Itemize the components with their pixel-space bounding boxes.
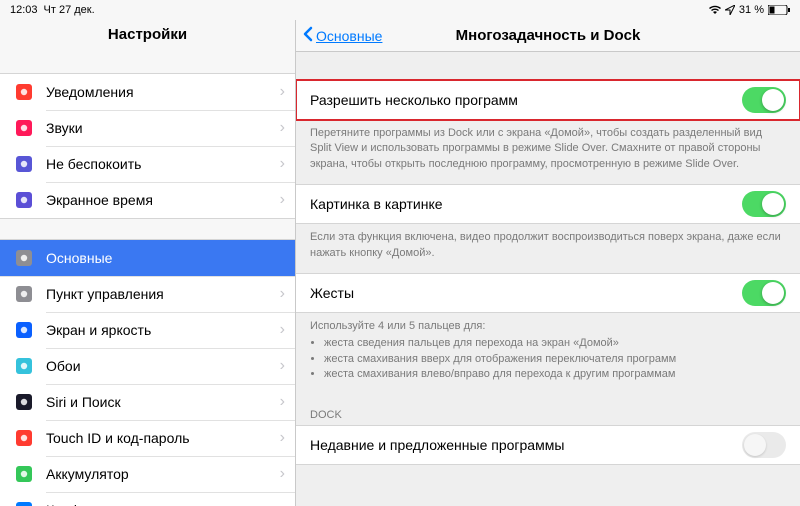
sidebar-item-label: Обои [46, 358, 280, 374]
sidebar-title: Настройки [0, 20, 295, 53]
app-icon [12, 116, 36, 140]
sidebar-item[interactable]: Touch ID и код-пароль› [0, 420, 295, 456]
sidebar-item[interactable]: Аккумулятор› [0, 456, 295, 492]
sidebar-item[interactable]: Экранное время› [0, 182, 295, 218]
sidebar-item-label: Аккумулятор [46, 466, 280, 482]
desc-gestures: Используйте 4 или 5 пальцев для: жеста с… [296, 313, 800, 395]
toggle-picture-in-picture[interactable] [742, 191, 786, 217]
section-header-dock: DOCK [296, 395, 800, 425]
detail-pane: Основные Многозадачность и Dock Разрешит… [296, 20, 800, 506]
chevron-right-icon: › [280, 156, 285, 172]
sidebar-item-label: Touch ID и код-пароль [46, 430, 280, 446]
chevron-right-icon: › [280, 394, 285, 410]
row-recent-apps: Недавние и предложенные программы [296, 426, 800, 464]
app-icon [12, 426, 36, 450]
app-icon [12, 498, 36, 506]
app-icon [12, 80, 36, 104]
toggle-recent-apps[interactable] [742, 432, 786, 458]
sidebar-item[interactable]: Экран и яркость› [0, 312, 295, 348]
chevron-left-icon [302, 26, 314, 45]
sidebar-item[interactable]: Основные [0, 240, 295, 276]
row-gestures: Жесты [296, 274, 800, 312]
chevron-right-icon: › [280, 192, 285, 208]
sidebar-item-label: Уведомления [46, 84, 280, 100]
sidebar-item[interactable]: Пункт управления› [0, 276, 295, 312]
back-label: Основные [316, 28, 382, 44]
sidebar-item-label: Экранное время [46, 192, 280, 208]
sidebar-item-label: Пункт управления [46, 286, 280, 302]
app-icon [12, 318, 36, 342]
chevron-right-icon: › [280, 466, 285, 482]
app-icon [12, 188, 36, 212]
chevron-right-icon: › [280, 84, 285, 100]
battery-percent: 31 % [739, 4, 764, 16]
chevron-right-icon: › [280, 358, 285, 374]
desc-allow-multiple-apps: Перетяните программы из Dock или с экран… [296, 120, 800, 184]
row-allow-multiple-apps: Разрешить несколько программ [296, 81, 800, 119]
settings-sidebar: Настройки Уведомления›Звуки›Не беспокоит… [0, 20, 296, 506]
sidebar-item[interactable]: Не беспокоить› [0, 146, 295, 182]
sidebar-item[interactable]: Обои› [0, 348, 295, 384]
sidebar-item[interactable]: Siri и Поиск› [0, 384, 295, 420]
app-icon [12, 152, 36, 176]
gesture-desc-item: жеста смахивания вверх для отображения п… [324, 352, 786, 367]
chevron-right-icon: › [280, 120, 285, 136]
sidebar-item-label: Звуки [46, 120, 280, 136]
battery-icon [768, 5, 790, 15]
status-date: Чт 27 дек. [44, 4, 95, 16]
app-icon [12, 462, 36, 486]
sidebar-item-label: Siri и Поиск [46, 394, 280, 410]
sidebar-item[interactable]: Звуки› [0, 110, 295, 146]
chevron-right-icon: › [280, 502, 285, 506]
app-icon [12, 390, 36, 414]
sidebar-item[interactable]: Уведомления› [0, 74, 295, 110]
sidebar-item-label: Основные [46, 250, 285, 266]
sidebar-item[interactable]: Конфиденциальность› [0, 492, 295, 506]
wifi-icon [709, 5, 721, 15]
chevron-right-icon: › [280, 286, 285, 302]
desc-picture-in-picture: Если эта функция включена, видео продолж… [296, 224, 800, 273]
gesture-desc-item: жеста сведения пальцев для перехода на э… [324, 336, 786, 351]
back-button[interactable]: Основные [296, 26, 382, 45]
gesture-desc-item: жеста смахивания влево/вправо для перехо… [324, 367, 786, 382]
sidebar-item-label: Не беспокоить [46, 156, 280, 172]
location-icon [725, 5, 735, 15]
app-icon [12, 354, 36, 378]
sidebar-item-label: Экран и яркость [46, 322, 280, 338]
app-icon [12, 282, 36, 306]
row-picture-in-picture: Картинка в картинке [296, 185, 800, 223]
toggle-gestures[interactable] [742, 280, 786, 306]
chevron-right-icon: › [280, 430, 285, 446]
status-time: 12:03 [10, 4, 38, 16]
app-icon [12, 246, 36, 270]
chevron-right-icon: › [280, 322, 285, 338]
toggle-allow-multiple-apps[interactable] [742, 87, 786, 113]
sidebar-item-label: Конфиденциальность [46, 502, 280, 506]
